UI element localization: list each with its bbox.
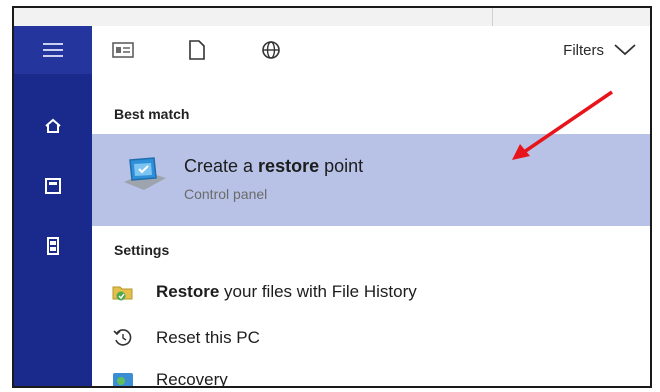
search-window: Filters Best match Create a restore poin…: [12, 6, 652, 388]
annotation-arrow: [512, 90, 613, 160]
